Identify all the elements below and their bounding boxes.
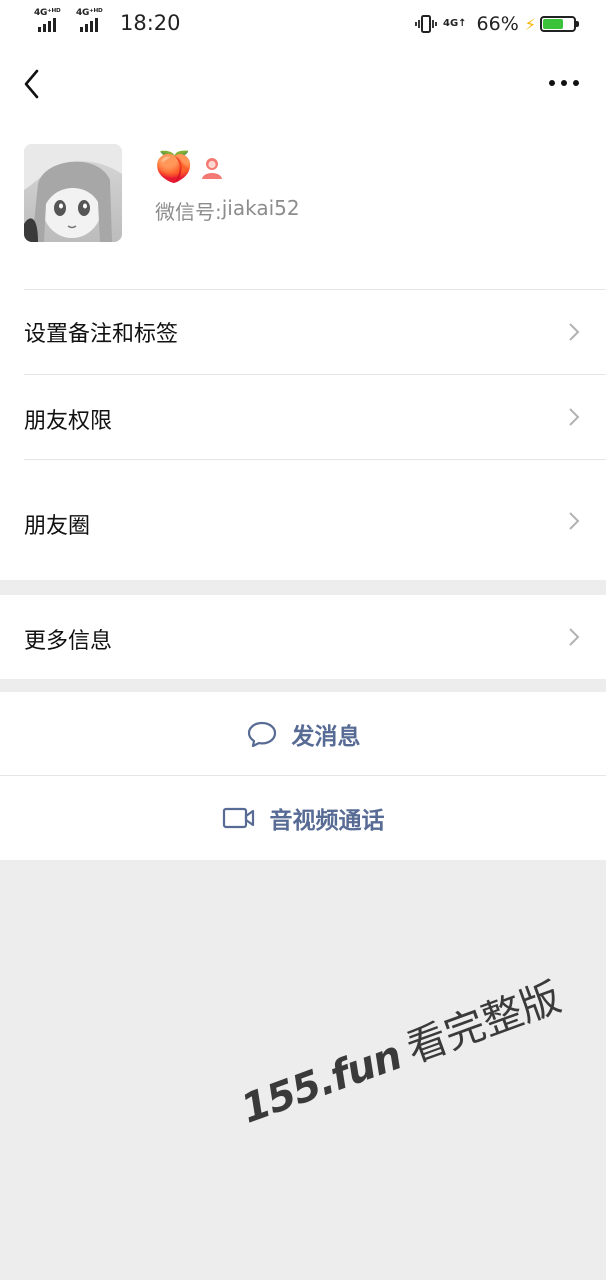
more-icon[interactable] xyxy=(546,70,582,96)
send-message-label: 发消息 xyxy=(291,723,361,750)
avatar[interactable] xyxy=(24,144,122,242)
charging-icon: ⚡ xyxy=(524,14,536,34)
chevron-right-icon xyxy=(569,512,580,530)
network-type: 4G↑ xyxy=(442,18,467,29)
vibrate-icon xyxy=(415,15,437,33)
menu-item-friend-permissions[interactable]: 朋友权限 xyxy=(0,375,606,459)
back-icon[interactable] xyxy=(18,66,48,102)
watermark-text: 看完整版 xyxy=(400,974,567,1073)
menu-item-label: 设置备注和标签 xyxy=(24,322,179,347)
video-call-button[interactable]: 音视频通话 xyxy=(0,776,606,860)
battery-fill xyxy=(543,19,563,29)
nickname: 🍑 xyxy=(155,150,193,185)
signal-1-label: 4G⁺ᴴᴰ xyxy=(34,8,61,18)
wechat-id-value: jiakai52 xyxy=(221,196,300,220)
video-call-label: 音视频通话 xyxy=(269,808,385,834)
battery-percent: 66% xyxy=(476,13,519,35)
wechat-id: 微信号: jiakai52 xyxy=(155,196,300,225)
battery-icon xyxy=(540,16,579,32)
wechat-id-label: 微信号: xyxy=(155,200,222,224)
chevron-right-icon xyxy=(569,628,580,646)
signal-2-icon: 4G⁺ᴴᴰ xyxy=(76,8,112,34)
watermark: 155.fun 看完整版 xyxy=(232,965,568,1134)
chevron-right-icon xyxy=(569,323,580,341)
profile-name: 🍑 xyxy=(155,148,224,188)
menu-item-moments[interactable]: 朋友圈 xyxy=(0,460,606,580)
watermark-site: 155.fun xyxy=(235,1032,408,1133)
status-bar: 4G⁺ᴴᴰ 4G⁺ᴴᴰ 18:20 4G↑ 66% ⚡ xyxy=(0,0,606,48)
menu-item-more-info[interactable]: 更多信息 xyxy=(0,595,606,679)
status-time: 18:20 xyxy=(120,11,181,35)
signal-1-icon: 4G⁺ᴴᴰ xyxy=(34,8,70,34)
menu-item-remark-tags[interactable]: 设置备注和标签 xyxy=(0,290,606,374)
female-user-icon xyxy=(202,158,223,179)
chevron-right-icon xyxy=(569,408,580,426)
video-camera-icon xyxy=(222,807,254,829)
menu-item-label: 朋友权限 xyxy=(24,409,113,434)
menu-item-label: 朋友圈 xyxy=(24,514,91,539)
status-left: 4G⁺ᴴᴰ 4G⁺ᴴᴰ 18:20 xyxy=(34,8,181,38)
signal-2-label: 4G⁺ᴴᴰ xyxy=(76,8,103,18)
send-message-button[interactable]: 发消息 xyxy=(0,692,606,775)
chat-bubble-icon xyxy=(247,721,276,747)
status-right: 4G↑ 66% ⚡ xyxy=(415,9,579,39)
menu-item-label: 更多信息 xyxy=(24,629,113,654)
